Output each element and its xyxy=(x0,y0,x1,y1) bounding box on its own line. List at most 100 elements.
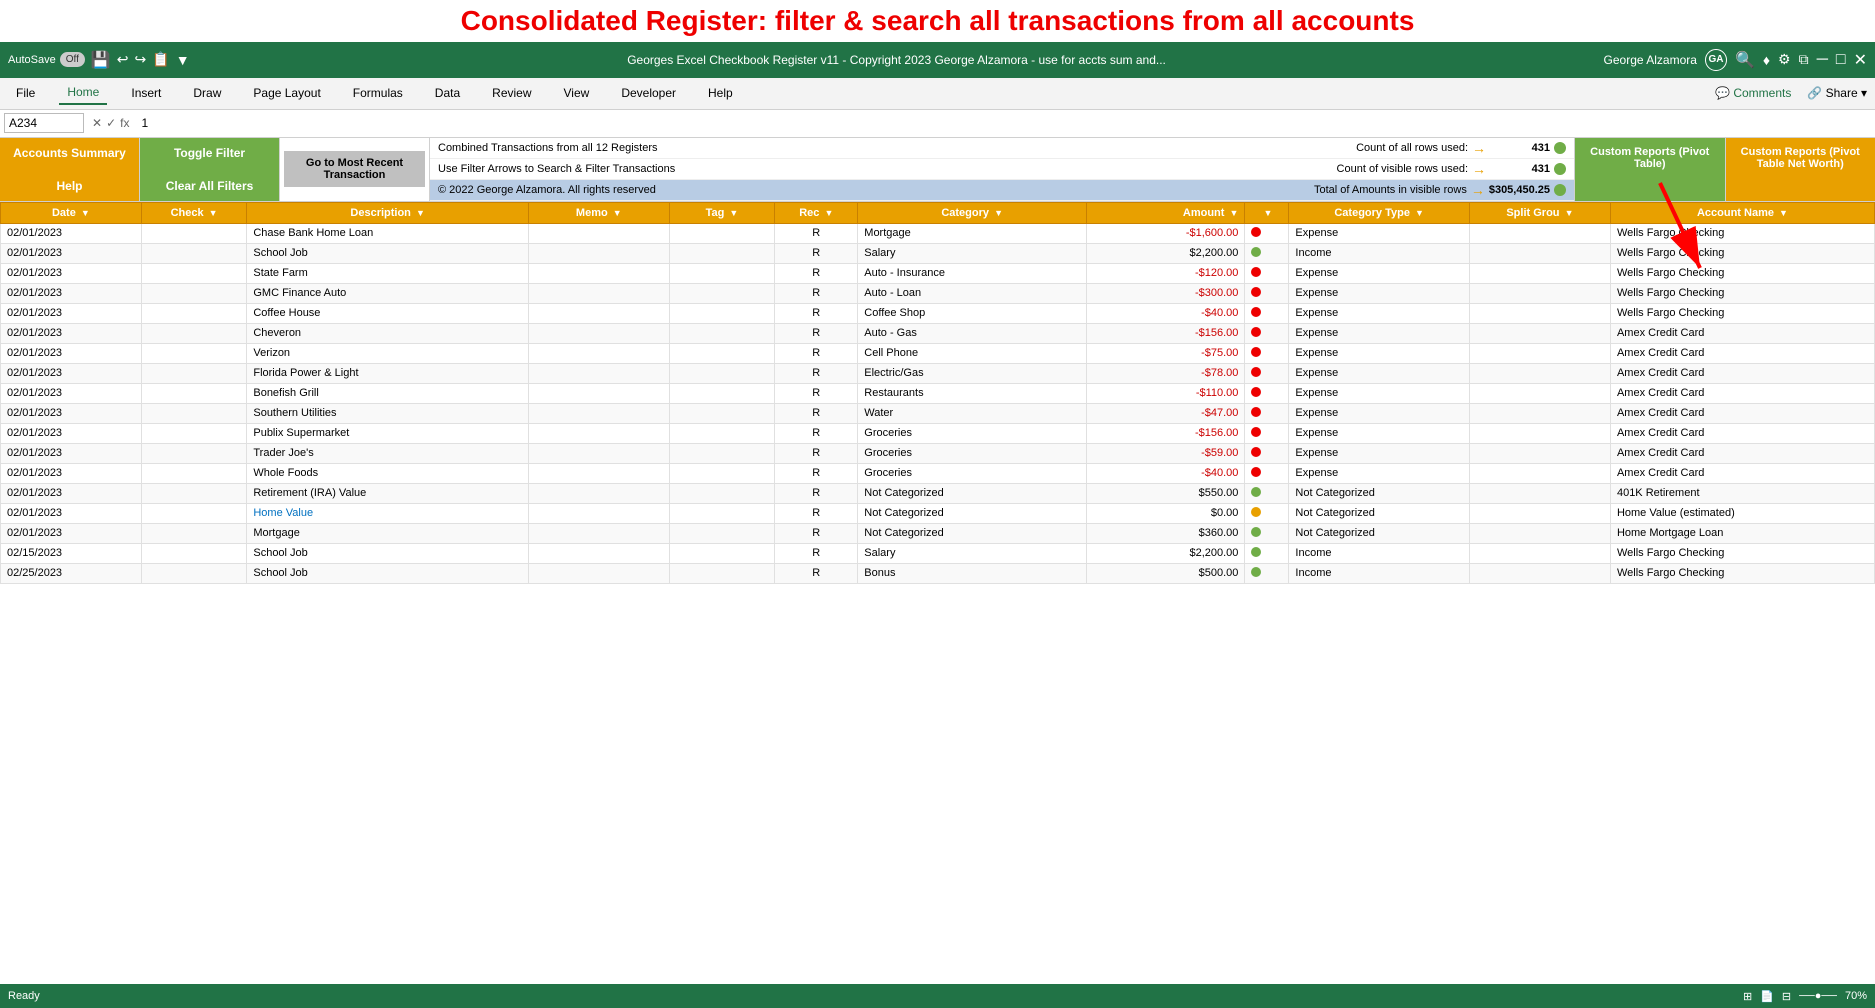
cancel-formula-icon[interactable]: ✕ xyxy=(92,116,102,130)
cell-account: Amex Credit Card xyxy=(1610,403,1874,423)
cell-category-type: Expense xyxy=(1289,263,1470,283)
tab-developer[interactable]: Developer xyxy=(613,82,684,104)
goto-recent-button[interactable]: Go to Most Recent Transaction xyxy=(284,151,425,187)
tab-data[interactable]: Data xyxy=(427,82,468,104)
cell-split xyxy=(1469,563,1610,583)
tab-insert[interactable]: Insert xyxy=(123,82,169,104)
tab-help[interactable]: Help xyxy=(700,82,741,104)
info-text-3: © 2022 George Alzamora. All rights reser… xyxy=(438,184,1306,196)
grid-view-icon[interactable]: ⊞ xyxy=(1743,990,1752,1003)
header-description[interactable]: Description ▼ xyxy=(247,202,529,223)
header-category[interactable]: Category ▼ xyxy=(858,202,1087,223)
cell-rec: R xyxy=(775,483,858,503)
custom-pivot-button[interactable]: Custom Reports (Pivot Table) xyxy=(1575,138,1726,201)
cell-rec: R xyxy=(775,463,858,483)
header-memo[interactable]: Memo ▼ xyxy=(528,202,669,223)
cell-date: 02/01/2023 xyxy=(1,263,142,283)
minimize-icon[interactable]: ─ xyxy=(1817,51,1828,69)
diamond-icon[interactable]: ♦ xyxy=(1763,52,1770,68)
cell-category-type: Expense xyxy=(1289,383,1470,403)
close-icon[interactable]: ✕ xyxy=(1854,50,1867,70)
cell-date: 02/15/2023 xyxy=(1,543,142,563)
cell-category: Not Categorized xyxy=(858,523,1087,543)
share-button[interactable]: 🔗 Share ▾ xyxy=(1807,86,1867,100)
cell-category-type: Not Categorized xyxy=(1289,503,1470,523)
tab-review[interactable]: Review xyxy=(484,82,539,104)
page-break-icon[interactable]: ⊟ xyxy=(1782,990,1791,1003)
cell-tag xyxy=(669,243,775,263)
header-check[interactable]: Check ▼ xyxy=(141,202,247,223)
more-icon[interactable]: ▼ xyxy=(176,52,190,68)
clear-filters-button[interactable]: Clear All Filters xyxy=(140,171,279,201)
redo-icon[interactable]: ↪ xyxy=(135,51,147,68)
page-layout-icon[interactable]: 📄 xyxy=(1760,990,1774,1003)
tab-home[interactable]: Home xyxy=(59,81,107,105)
cell-rec: R xyxy=(775,323,858,343)
tab-formulas[interactable]: Formulas xyxy=(345,82,411,104)
custom-reports-area: Custom Reports (Pivot Table) Custom Repo… xyxy=(1575,138,1875,201)
restore-icon[interactable]: □ xyxy=(1836,51,1846,69)
comments-button[interactable]: 💬 Comments xyxy=(1715,86,1791,100)
undo-icon[interactable]: ↩ xyxy=(117,51,129,68)
table-row: 02/01/2023 Mortgage R Not Categorized $3… xyxy=(1,523,1875,543)
cell-tag xyxy=(669,403,775,423)
cell-split xyxy=(1469,463,1610,483)
header-category-type[interactable]: Category Type ▼ xyxy=(1289,202,1470,223)
cell-tag xyxy=(669,303,775,323)
cell-description: Chase Bank Home Loan xyxy=(247,223,529,243)
cell-date: 02/01/2023 xyxy=(1,483,142,503)
header-date[interactable]: Date ▼ xyxy=(1,202,142,223)
cell-amount: $2,200.00 xyxy=(1087,243,1245,263)
settings-icon[interactable]: ⚙ xyxy=(1778,51,1791,68)
cell-reference[interactable] xyxy=(4,113,84,133)
cell-account: Amex Credit Card xyxy=(1610,383,1874,403)
help-button[interactable]: Help xyxy=(0,171,139,201)
tab-file[interactable]: File xyxy=(8,82,43,104)
cell-split xyxy=(1469,523,1610,543)
cell-description: Southern Utilities xyxy=(247,403,529,423)
search-icon[interactable]: 🔍 xyxy=(1735,50,1755,70)
cell-date: 02/01/2023 xyxy=(1,443,142,463)
cell-check xyxy=(141,243,247,263)
insert-function-icon[interactable]: fx xyxy=(120,116,129,130)
zoom-slider[interactable]: ──●── xyxy=(1799,990,1837,1002)
header-account-name[interactable]: Account Name ▼ xyxy=(1610,202,1874,223)
cell-account: Wells Fargo Checking xyxy=(1610,243,1874,263)
cell-check xyxy=(141,283,247,303)
header-amount[interactable]: Amount ▼ xyxy=(1087,202,1245,223)
switch-window-icon[interactable]: ⧉ xyxy=(1799,51,1809,68)
header-amount-extra[interactable]: ▼ xyxy=(1245,202,1289,223)
tab-draw[interactable]: Draw xyxy=(185,82,229,104)
cell-dot xyxy=(1245,323,1289,343)
clipboard-icon[interactable]: 📋 xyxy=(152,51,169,68)
cell-category-type: Expense xyxy=(1289,403,1470,423)
toggle-filter-button[interactable]: Toggle Filter xyxy=(140,138,279,171)
cell-check xyxy=(141,563,247,583)
cell-account: Home Value (estimated) xyxy=(1610,503,1874,523)
accounts-summary-button[interactable]: Accounts Summary xyxy=(0,138,139,171)
confirm-formula-icon[interactable]: ✓ xyxy=(106,116,116,130)
cell-date: 02/01/2023 xyxy=(1,503,142,523)
cell-category: Auto - Insurance xyxy=(858,263,1087,283)
cell-date: 02/01/2023 xyxy=(1,383,142,403)
header-split-group[interactable]: Split Grou ▼ xyxy=(1469,202,1610,223)
header-tag[interactable]: Tag ▼ xyxy=(669,202,775,223)
save-icon[interactable]: 💾 xyxy=(91,50,111,70)
tab-page-layout[interactable]: Page Layout xyxy=(245,82,328,104)
tab-view[interactable]: View xyxy=(556,82,598,104)
autosave-toggle[interactable]: Off xyxy=(60,52,85,67)
cell-category-type: Income xyxy=(1289,243,1470,263)
cell-memo xyxy=(528,523,669,543)
formula-input[interactable] xyxy=(137,114,1871,132)
transaction-table-container[interactable]: Date ▼ Check ▼ Description ▼ Memo ▼ Tag … xyxy=(0,202,1875,925)
cell-tag xyxy=(669,463,775,483)
transaction-table: Date ▼ Check ▼ Description ▼ Memo ▼ Tag … xyxy=(0,202,1875,584)
cell-category: Not Categorized xyxy=(858,503,1087,523)
cell-dot xyxy=(1245,503,1289,523)
cell-dot xyxy=(1245,563,1289,583)
cell-account: Amex Credit Card xyxy=(1610,343,1874,363)
custom-pivot-net-button[interactable]: Custom Reports (Pivot Table Net Worth) xyxy=(1726,138,1875,201)
workbook-title: Georges Excel Checkbook Register v11 - C… xyxy=(196,53,1598,67)
cell-rec: R xyxy=(775,383,858,403)
header-rec[interactable]: Rec ▼ xyxy=(775,202,858,223)
